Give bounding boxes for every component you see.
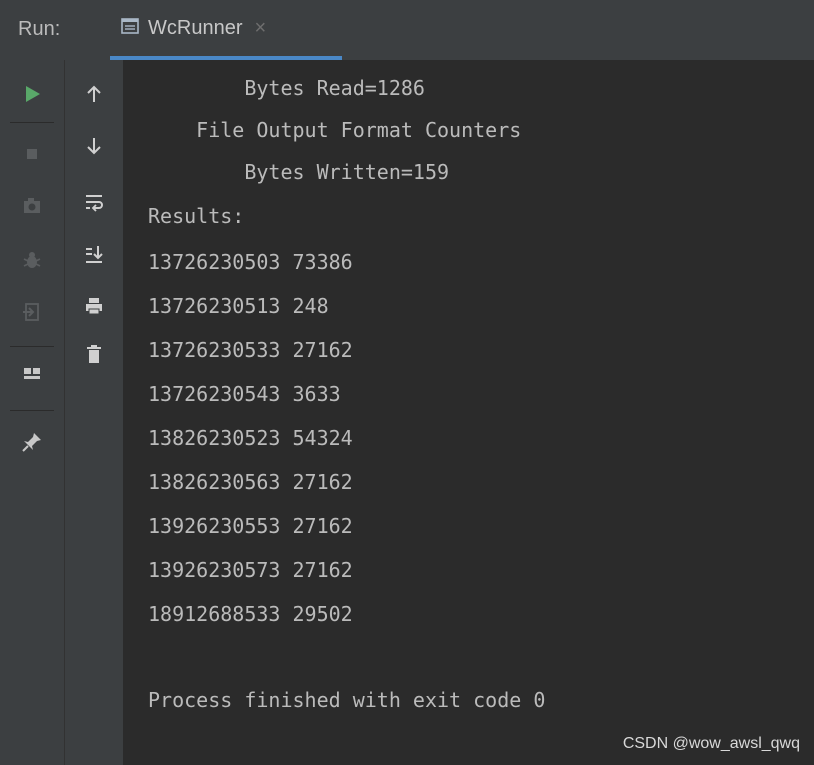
console-line: Results: bbox=[148, 204, 245, 228]
exit-icon[interactable] bbox=[16, 296, 48, 328]
console-line: Bytes Written=159 bbox=[148, 160, 450, 184]
watermark: CSDN @wow_awsl_qwq bbox=[622, 735, 800, 752]
console-line: 13826230563 27162 bbox=[148, 470, 353, 494]
console-line: 13726230533 27162 bbox=[148, 338, 353, 362]
rerun-play-icon[interactable] bbox=[16, 78, 48, 110]
layout-icon[interactable] bbox=[16, 358, 48, 390]
console-line: 13726230503 73386 bbox=[148, 250, 353, 274]
console-line: 13726230543 3633 bbox=[148, 382, 341, 406]
camera-icon[interactable] bbox=[16, 190, 48, 222]
console-toolbar bbox=[65, 60, 124, 765]
console-line: 18912688533 29502 bbox=[148, 602, 353, 626]
trash-icon[interactable] bbox=[78, 338, 110, 370]
console-line: 13726230513 248 bbox=[148, 294, 329, 318]
arrow-up-icon[interactable] bbox=[78, 78, 110, 110]
console-line: File Output Format Counters bbox=[148, 118, 522, 142]
print-icon[interactable] bbox=[78, 290, 110, 322]
scroll-to-end-icon[interactable] bbox=[78, 238, 110, 270]
console-line: 13826230523 54324 bbox=[148, 426, 353, 450]
stop-icon[interactable] bbox=[16, 138, 48, 170]
close-icon[interactable]: × bbox=[254, 17, 266, 40]
console-output[interactable]: Bytes Read=1286 File Output Format Count… bbox=[124, 60, 814, 765]
pin-icon[interactable] bbox=[16, 426, 48, 458]
console-tab-icon bbox=[120, 16, 140, 41]
run-label: Run: bbox=[18, 18, 61, 40]
tab-title: WcRunner bbox=[148, 16, 243, 39]
console-line: Process finished with exit code 0 bbox=[148, 688, 546, 712]
debug-bug-icon[interactable] bbox=[16, 244, 48, 276]
console-line: Bytes Read=1286 bbox=[148, 76, 425, 100]
run-primary-toolbar bbox=[0, 60, 65, 765]
arrow-down-icon[interactable] bbox=[78, 130, 110, 162]
console-line: 13926230573 27162 bbox=[148, 558, 353, 582]
console-line: 13926230553 27162 bbox=[148, 514, 353, 538]
soft-wrap-icon[interactable] bbox=[78, 186, 110, 218]
run-tool-window: Run: WcRunner × Bytes Read=1286 File Out… bbox=[0, 0, 814, 765]
run-header: Run: WcRunner × bbox=[0, 0, 814, 61]
tab-wcrunner[interactable]: WcRunner × bbox=[110, 0, 342, 60]
